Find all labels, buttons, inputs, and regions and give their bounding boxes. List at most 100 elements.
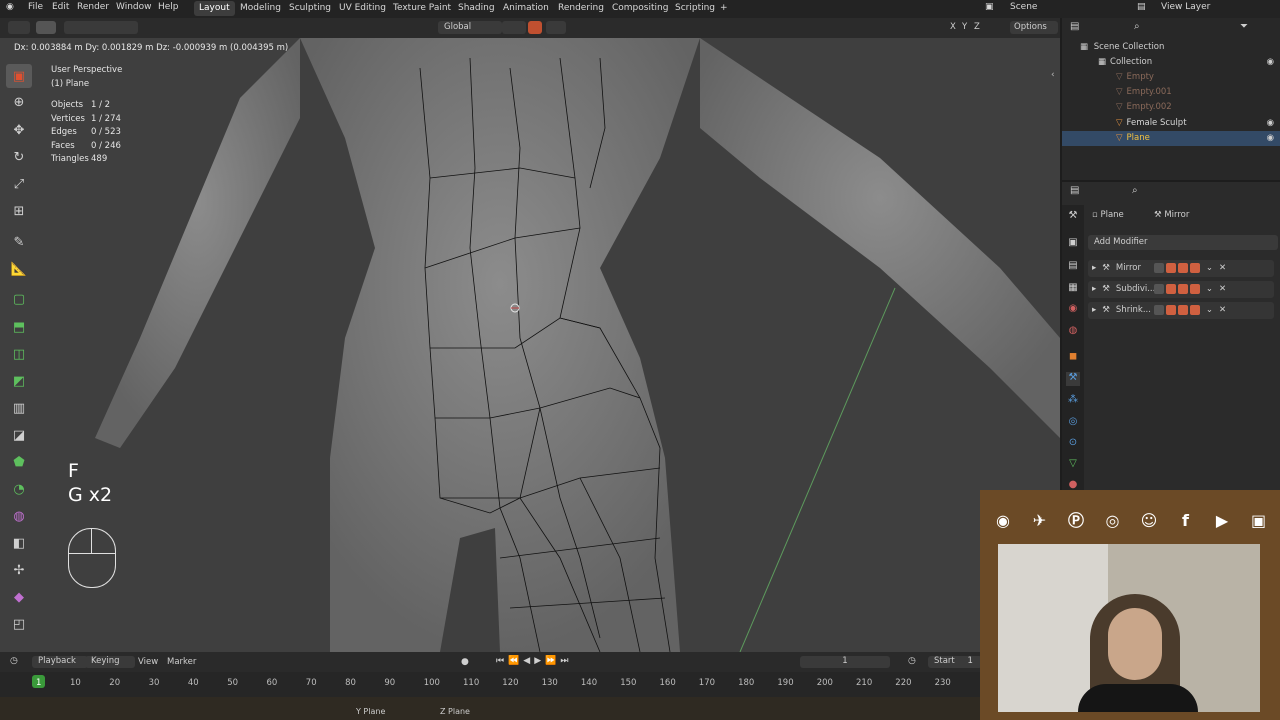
render-toggle-icon[interactable] [1189, 262, 1200, 273]
spin-tool-icon[interactable]: ◔ [6, 477, 32, 501]
outliner-row[interactable]: ▽ Empty [1062, 70, 1280, 85]
timeline-view-menu[interactable]: View [138, 657, 158, 667]
outliner-row-scene-collection[interactable]: ▦ Scene Collection [1062, 40, 1280, 55]
constraints-tab-icon[interactable]: ⊙ [1066, 437, 1080, 451]
modifier-tab-icon[interactable]: ⚒ [1066, 372, 1080, 386]
keying-menu[interactable]: Keying [85, 656, 135, 668]
tab-modeling[interactable]: Modeling [235, 1, 286, 16]
editmode-toggle-icon[interactable] [1153, 283, 1164, 294]
outliner-search-icon[interactable]: ⌕ [1134, 21, 1140, 32]
menu-render[interactable]: Render [77, 2, 109, 12]
outliner-row[interactable]: ▽ Empty.001 [1062, 85, 1280, 100]
viewport-toggle-icon[interactable] [1177, 262, 1188, 273]
cage-toggle-icon[interactable] [1165, 262, 1176, 273]
edge-slide-tool-icon[interactable]: ◧ [6, 531, 32, 555]
add-cube-tool-icon[interactable]: ▢ [6, 287, 32, 311]
editmode-toggle-icon[interactable] [1153, 262, 1164, 273]
selection-mode-group[interactable] [64, 21, 138, 34]
modifier-name[interactable]: Shrink... [1116, 302, 1154, 319]
expand-arrow-icon[interactable]: ▸ [1092, 305, 1096, 315]
editmode-toggle-icon[interactable] [1153, 304, 1164, 315]
select-box-tool-icon[interactable]: ▣ [6, 64, 32, 88]
tab-compositing[interactable]: Compositing [607, 1, 673, 16]
tab-sculpting[interactable]: Sculpting [284, 1, 336, 16]
extrude-tool-icon[interactable]: ⬒ [6, 315, 32, 339]
view-layer-icon[interactable]: ▤ [1137, 2, 1146, 12]
view-layer-selector[interactable]: View Layer [1161, 2, 1210, 12]
output-tab-icon[interactable]: ▤ [1066, 260, 1080, 274]
dropdown-arrow-icon[interactable]: ⌄ [1206, 284, 1213, 294]
modifier-row[interactable]: ▸ ⚒ Shrink... ⌄ ✕ [1088, 302, 1274, 319]
axis-x-toggle[interactable]: X [950, 22, 956, 32]
render-toggle-icon[interactable] [1189, 283, 1200, 294]
menu-file[interactable]: File [28, 2, 43, 12]
outliner-row[interactable]: ▦ Collection ◉ [1062, 55, 1280, 70]
tab-rendering[interactable]: Rendering [553, 1, 609, 16]
properties-editor-icon[interactable]: ▤ [1070, 185, 1079, 196]
loop-cut-tool-icon[interactable]: ▥ [6, 396, 32, 420]
outliner-editor-icon[interactable]: ▤ [1070, 21, 1079, 32]
menu-edit[interactable]: Edit [52, 2, 69, 12]
world-tab-icon[interactable]: ◍ [1066, 325, 1080, 339]
smooth-tool-icon[interactable]: ◍ [6, 504, 32, 528]
tab-shading[interactable]: Shading [453, 1, 500, 16]
proportional-button[interactable] [546, 21, 566, 34]
modifier-row[interactable]: ▸ ⚒ Mirror ⌄ ✕ [1088, 260, 1274, 277]
knife-tool-icon[interactable]: ◪ [6, 423, 32, 447]
bevel-tool-icon[interactable]: ◩ [6, 369, 32, 393]
particles-tab-icon[interactable]: ⁂ [1066, 394, 1080, 408]
cursor-tool-icon[interactable]: ⊕ [6, 90, 32, 114]
modifier-row[interactable]: ▸ ⚒ Subdivi... ⌄ ✕ [1088, 281, 1274, 298]
scene-selector[interactable]: Scene [1010, 2, 1037, 12]
select-mode-button[interactable] [36, 21, 56, 34]
scale-tool-icon[interactable]: ⤢ [6, 172, 32, 196]
current-frame-field[interactable]: 1 [800, 656, 890, 668]
playback-controls-icon[interactable]: ⏮⏪◀▶⏩⏭ [496, 656, 572, 666]
clock-icon[interactable]: ◷ [908, 656, 916, 666]
3d-viewport[interactable]: User Perspective (1) Plane Objects 1 / 2… [0, 38, 1060, 652]
visibility-eye-icon[interactable]: ◉ [1267, 131, 1274, 146]
rotate-tool-icon[interactable]: ↻ [6, 145, 32, 169]
tab-scripting[interactable]: Scripting [670, 1, 720, 16]
poly-build-tool-icon[interactable]: ⬟ [6, 450, 32, 474]
menu-window[interactable]: Window [116, 2, 152, 12]
expand-arrow-icon[interactable]: ▸ [1092, 284, 1096, 294]
properties-search-icon[interactable]: ⌕ [1132, 185, 1138, 196]
shrink-fatten-tool-icon[interactable]: ✢ [6, 558, 32, 582]
editor-type-button[interactable] [8, 21, 30, 34]
rip-tool-icon[interactable]: ◰ [6, 612, 32, 636]
snap-icon[interactable] [528, 21, 542, 34]
render-tab-icon[interactable]: ▣ [1066, 237, 1080, 251]
blender-logo-icon[interactable]: ◉ [6, 2, 14, 12]
menu-help[interactable]: Help [158, 2, 179, 12]
playback-menu[interactable]: Playback [32, 656, 88, 668]
start-frame-field[interactable]: Start 1 [928, 656, 982, 668]
outliner-row[interactable]: ▽ Empty.002 [1062, 100, 1280, 115]
tab-layout[interactable]: Layout [194, 1, 235, 16]
tab-texture-paint[interactable]: Texture Paint [388, 1, 456, 16]
cage-toggle-icon[interactable] [1165, 304, 1176, 315]
add-workspace-button[interactable]: + [715, 1, 733, 16]
remove-modifier-icon[interactable]: ✕ [1219, 305, 1226, 315]
remove-modifier-icon[interactable]: ✕ [1219, 263, 1226, 273]
view-layer-tab-icon[interactable]: ▦ [1066, 282, 1080, 296]
measure-tool-icon[interactable]: 📐 [6, 257, 32, 281]
timeline-marker-menu[interactable]: Marker [167, 657, 196, 667]
axis-z-toggle[interactable]: Z [974, 22, 980, 32]
remove-modifier-icon[interactable]: ✕ [1219, 284, 1226, 294]
tool-tab-icon[interactable]: ⚒ [1066, 210, 1080, 224]
data-tab-icon[interactable]: ▽ [1066, 458, 1080, 472]
viewport-toggle-icon[interactable] [1177, 304, 1188, 315]
axis-y-toggle[interactable]: Y [962, 22, 967, 32]
outliner-row[interactable]: ▽ Plane ◉ [1062, 131, 1280, 146]
outliner-row[interactable]: ▽ Female Sculpt ◉ [1062, 116, 1280, 131]
cage-toggle-icon[interactable] [1165, 283, 1176, 294]
timeline-editor-icon[interactable]: ◷ [10, 656, 18, 666]
move-tool-icon[interactable]: ✥ [6, 118, 32, 142]
physics-tab-icon[interactable]: ◎ [1066, 416, 1080, 430]
inset-tool-icon[interactable]: ◫ [6, 342, 32, 366]
annotate-tool-icon[interactable]: ✎ [6, 230, 32, 254]
modifier-name[interactable]: Subdivi... [1116, 281, 1155, 298]
modifier-name[interactable]: Mirror [1116, 260, 1154, 277]
tab-uv-editing[interactable]: UV Editing [334, 1, 391, 16]
